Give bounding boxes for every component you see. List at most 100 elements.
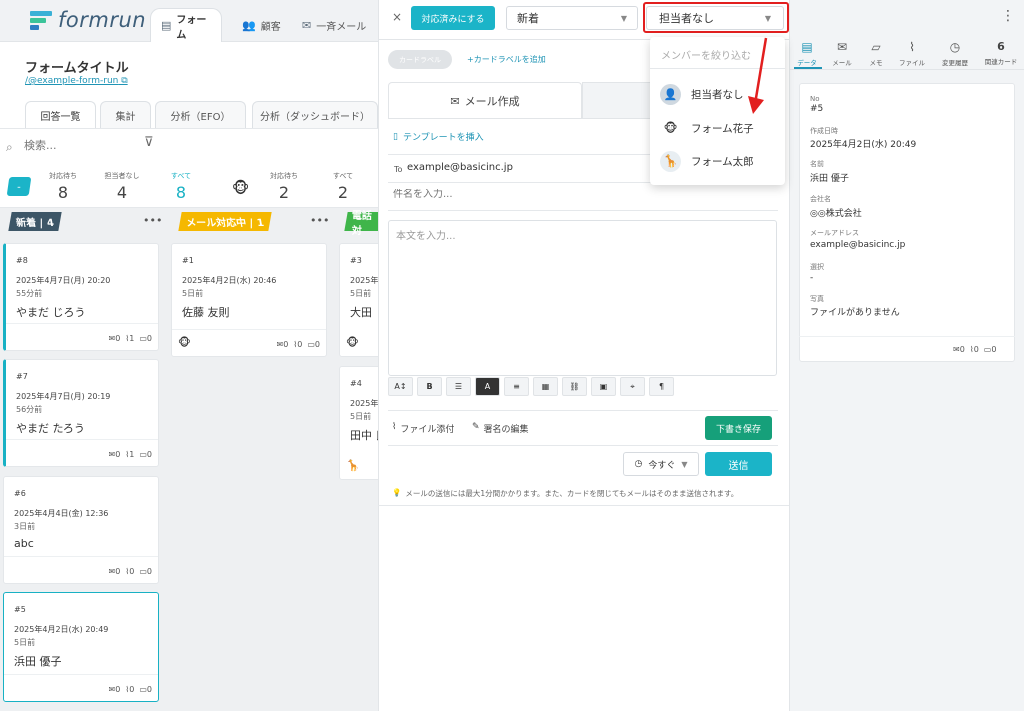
dropdown-item-none[interactable]: 👤 担当者なし [660,81,744,107]
align-button[interactable]: ≡ [504,377,529,396]
form-title: フォームタイトル [25,61,129,76]
subtab-efo[interactable]: 分析（EFO） [155,101,246,128]
card-counts: ✉0 ⌇1 ▭0 [108,450,152,459]
insert-template-label: テンプレートを挿入 [402,133,484,143]
card-name: やまだ じろう [16,306,86,319]
filter-icon[interactable]: ⊽ [144,135,154,150]
editor-toolbar: A↕ B ☰ A ≡ ▦ ⛓ ▣ ⌖ ¶ [388,377,674,396]
send-time-select[interactable]: ◷ 今すぐ ▼ [623,452,699,476]
card-number: #3 [350,256,362,265]
monkey-avatar-icon: 🐵 [663,121,678,135]
rtab-history[interactable]: ◷ 変更履歴 [936,40,974,67]
subtab-dashboard[interactable]: 分析（ダッシュボード） [252,101,378,128]
paragraph-button[interactable]: ¶ [649,377,674,396]
more-icon[interactable]: ••• [143,214,162,227]
document-icon: ▯ [393,131,398,142]
edit-signature-link[interactable]: ✎ 署名の編集 [472,422,529,435]
stat-pending[interactable]: 対応待ち 8 [38,171,88,202]
font-size-button[interactable]: A↕ [388,377,413,396]
member-filter-input[interactable]: メンバーを絞り込む [661,47,751,62]
rtab-mail[interactable]: ✉ メール [823,40,861,67]
lightbulb-icon: 💡 [392,488,402,497]
response-card[interactable]: #6 2025年4月4日(金) 12:36 3日前 abc ✉0 ⌇0 ▭0 [3,476,159,584]
add-card-label-link[interactable]: +カードラベルを追加 [467,54,546,65]
chevron-down-icon: ▼ [620,13,627,23]
attach-file-link[interactable]: ⌇ ファイル添付 [392,422,454,435]
image-button[interactable]: ▣ [591,377,616,396]
dropdown-item-label: 担当者なし [691,88,744,101]
field-value: 浜田 優子 [810,174,849,184]
response-card[interactable]: #1 2025年4月2日(水) 20:46 5日前 佐藤 友則 🐵 ✉0 ⌇0 ▭0 [171,243,327,357]
dropdown-item-label: フォーム花子 [691,122,754,135]
clock-icon: ◷ [634,459,643,469]
card-counts: ✉0 ⌇0 ▭0 [108,685,152,694]
monkey-avatar-icon: 🐵 [178,336,191,349]
formrun-logo[interactable]: formrun [30,8,146,32]
card-label-chip[interactable]: カードラベル [388,50,452,69]
field-label: 名前 [810,160,824,168]
insert-field-button[interactable]: ⌖ [620,377,645,396]
card-name: やまだ たろう [16,422,85,435]
bold-button[interactable]: B [417,377,442,396]
subtab-summary[interactable]: 集計 [100,101,151,128]
body-textarea[interactable] [388,220,777,376]
field-value: ◎◎株式会社 [810,209,862,219]
tab-bulk-mail[interactable]: ✉ 一斉メール [292,8,376,42]
stat-all[interactable]: すべて 8 [156,171,206,202]
more-icon[interactable]: ••• [310,214,329,227]
card-ago: 5日前 [182,289,204,298]
tab-other[interactable] [582,82,652,119]
response-card[interactable]: #8 2025年4月7日(月) 20:20 55分前 やまだ じろう ✉0 ⌇1 ▭… [3,243,159,351]
response-card-selected[interactable]: #5 2025年4月2日(水) 20:49 5日前 浜田 優子 ✉0 ⌇0 ▭0 [3,592,159,702]
field-label: メールアドレス [810,229,859,237]
to-address[interactable]: example@basicinc.jp [407,162,513,173]
subtab-responses[interactable]: 回答一覧 [25,101,96,128]
tab-customers[interactable]: 👥 顧客 [232,8,291,42]
monkey-avatar-icon: 🐵 [346,336,359,349]
column-header-new[interactable]: 新着 | 4 [8,212,62,231]
text-color-button[interactable]: A [475,377,500,396]
form-public-link[interactable]: /@example-form-run ⧉ [25,76,128,86]
data-card [799,83,1015,362]
insert-template-link[interactable]: ▯ テンプレートを挿入 [393,130,484,144]
column-header-mail[interactable]: メール対応中 | 1 [178,212,272,231]
field-label: 会社名 [810,195,831,203]
dropdown-item-taro[interactable]: 🦒 フォーム太郎 [660,148,754,174]
save-draft-button[interactable]: 下書き保存 [705,416,772,440]
response-card[interactable]: #7 2025年4月7日(月) 20:19 56分前 やまだ たろう ✉0 ⌇1 ▭… [3,359,159,467]
card-date: 2025年4月4日(金) 12:36 [14,509,109,518]
stat-member-pending[interactable]: 対応待ち 2 [259,171,309,202]
stat-unassigned[interactable]: 担当者なし 4 [97,171,147,202]
status-select[interactable]: 新着 ▼ [506,6,638,30]
tab-form[interactable]: ▤ フォーム [150,8,222,42]
card-date: 2025年4月2日(水) 20:46 [182,276,277,285]
card-number: #8 [16,256,28,265]
mail-icon: ✉ [836,40,848,54]
stat-member-all[interactable]: すべて 2 [318,171,368,202]
divider [388,410,778,411]
list-button[interactable]: ☰ [446,377,471,396]
highlight-annotation [643,2,789,33]
mark-handled-button[interactable]: 対応済みにする [411,6,495,30]
card-ago: 55分前 [16,289,43,298]
tab-compose-mail[interactable]: ✉ メール作成 [388,82,582,119]
field-value: 2025年4月2日(水) 20:49 [810,140,917,150]
divider [388,445,778,446]
subject-input[interactable] [393,189,773,200]
field-label: 選択 [810,263,824,271]
users-icon: 👥 [242,18,256,32]
rtab-related[interactable]: 6 関連カード [982,40,1020,66]
send-note: 💡 メールの送信には最大1分間かかります。また、カードを閉じてもメールはそのまま送… [392,488,739,498]
card-date: 2025年4月7日(月) 20:19 [16,392,111,401]
search-input[interactable] [6,139,136,152]
data-icon: ▤ [801,40,813,54]
rtab-data[interactable]: ▤ データ [788,40,826,67]
kebab-menu-icon[interactable]: ⋮ [1001,8,1015,24]
link-button[interactable]: ⛓ [562,377,587,396]
rtab-memo[interactable]: ▱ メモ [857,40,895,67]
close-icon[interactable]: × [392,10,402,24]
rtab-file[interactable]: ⌇ ファイル [893,40,931,67]
table-button[interactable]: ▦ [533,377,558,396]
field-label: 作成日時 [810,127,838,135]
send-button[interactable]: 送信 [705,452,772,476]
